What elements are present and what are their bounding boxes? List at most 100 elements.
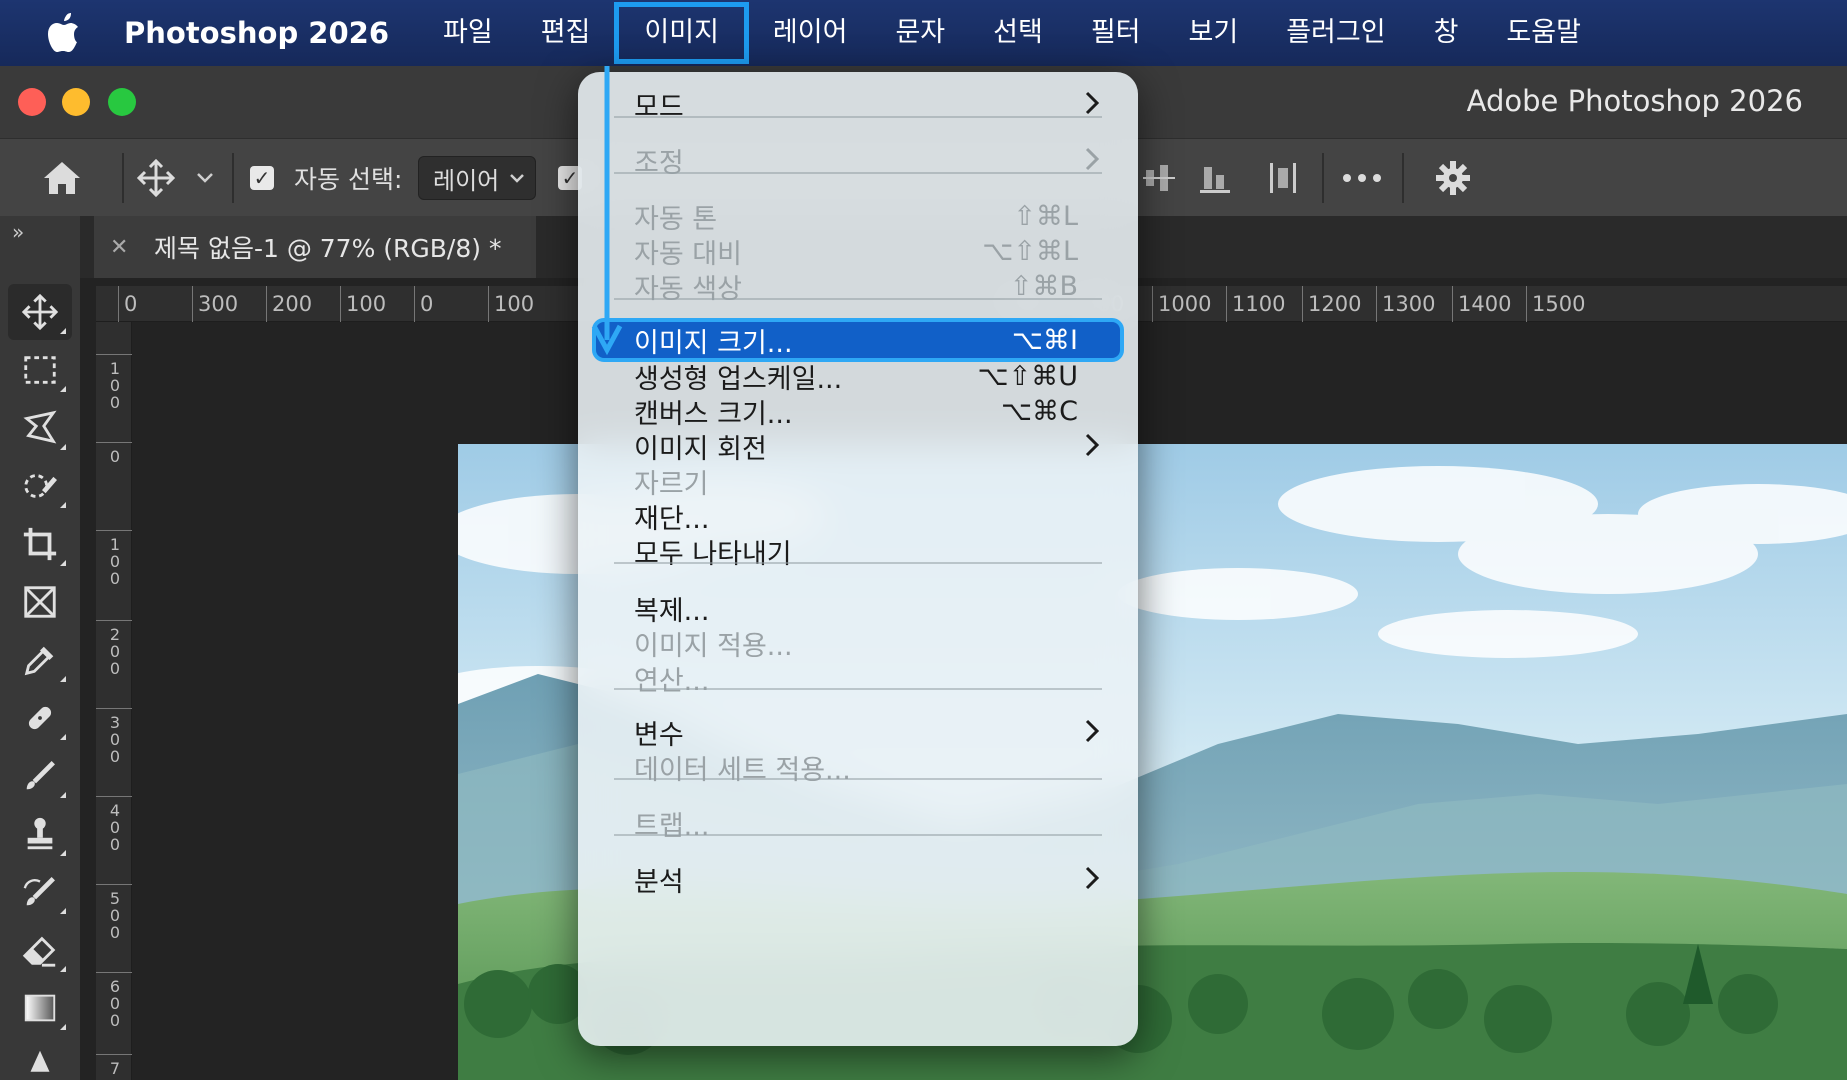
- menu-separator: [614, 298, 1102, 300]
- menu-item-duplicate[interactable]: 복제...: [578, 588, 1138, 628]
- menu-item-apply-image: 이미지 적용...: [578, 623, 1138, 663]
- zoom-window-button[interactable]: [108, 88, 136, 116]
- menu-item-label: 캔버스 크기...: [634, 398, 793, 430]
- vertical-ruler: 1 0 0 0 1 0 0 2 0 0 3 0 0 4 0 0 5 0 0 6 0 0 7: [96, 322, 132, 1080]
- menu-edit[interactable]: 편집: [517, 2, 615, 64]
- menu-item-adjustments: 조정: [578, 140, 1138, 180]
- menu-item-label: 자동 대비: [634, 238, 742, 270]
- panel-collapse-strip[interactable]: »: [0, 216, 80, 278]
- ruler-tick-label: 1500: [1532, 292, 1586, 316]
- menu-item-canvas-size[interactable]: 캔버스 크기... ⌥⌘C: [578, 391, 1138, 431]
- home-icon[interactable]: [42, 139, 82, 217]
- menu-item-shortcut: ⌥⇧⌘U: [977, 360, 1079, 392]
- ruler-tick-label: 3 0 0: [109, 713, 121, 766]
- menu-plugins[interactable]: 플러그인: [1262, 2, 1409, 64]
- ruler-tick: [96, 620, 132, 621]
- menu-item-label: 자르기: [634, 468, 709, 500]
- menu-item-label: 이미지 크기...: [634, 327, 793, 359]
- eyedropper-icon[interactable]: [8, 632, 72, 688]
- menu-item-mode[interactable]: 모드: [578, 84, 1138, 124]
- menu-layer[interactable]: 레이어: [749, 2, 872, 64]
- align-vertical-centers-icon[interactable]: [1142, 139, 1176, 217]
- object-selection-icon[interactable]: [8, 458, 72, 514]
- chevron-right-icon: [1085, 719, 1100, 743]
- menu-item-label: 연산...: [634, 665, 710, 697]
- app-name-menu[interactable]: Photoshop 2026: [124, 16, 389, 50]
- minimize-window-button[interactable]: [62, 88, 90, 116]
- auto-select-checkbox[interactable]: ✓: [250, 139, 274, 217]
- menu-file[interactable]: 파일: [419, 2, 517, 64]
- crop-icon[interactable]: [8, 516, 72, 572]
- menu-item-analysis[interactable]: 분석: [578, 859, 1138, 899]
- menu-item-shortcut: ⌥⌘I: [1011, 324, 1078, 356]
- chevron-right-icon: [1085, 866, 1100, 890]
- menu-select[interactable]: 선택: [969, 2, 1067, 64]
- more-options-icon[interactable]: [1342, 139, 1382, 217]
- ruler-tick: 1100: [1226, 286, 1285, 322]
- ruler-tick: 1200: [1302, 286, 1361, 322]
- menu-item-trim[interactable]: 재단...: [578, 496, 1138, 536]
- menu-item-shortcut: ⇧⌘B: [1009, 270, 1078, 302]
- menu-item-reveal-all[interactable]: 모두 나타내기: [578, 531, 1138, 571]
- pen-icon[interactable]: [8, 1038, 72, 1080]
- menu-type[interactable]: 문자: [871, 2, 969, 64]
- apple-icon[interactable]: [38, 13, 90, 53]
- eraser-icon[interactable]: [8, 922, 72, 978]
- document-tab-title: 제목 없음-1 @ 77% (RGB/8) *: [154, 234, 502, 263]
- ruler-tick-label: 200: [272, 292, 313, 316]
- menu-item-crop: 자르기: [578, 461, 1138, 501]
- expand-panels-icon[interactable]: »: [12, 220, 24, 244]
- ruler-tick: 100: [340, 286, 386, 322]
- menu-item-apply-data-set: 데이터 세트 적용...: [578, 747, 1138, 787]
- menu-item-variables[interactable]: 변수: [578, 712, 1138, 752]
- gradient-icon[interactable]: [8, 980, 72, 1036]
- menu-help[interactable]: 도움말: [1482, 2, 1605, 64]
- rectangular-marquee-icon[interactable]: [8, 342, 72, 398]
- ruler-tick-label: 0: [109, 447, 121, 466]
- ruler-tick: [96, 796, 132, 797]
- chevron-right-icon: [1085, 147, 1100, 171]
- brush-icon[interactable]: [8, 748, 72, 804]
- gear-icon[interactable]: [1434, 139, 1472, 217]
- chevron-right-icon: [1085, 433, 1100, 457]
- ruler-tick-label: 1300: [1382, 292, 1436, 316]
- ruler-tick-label: 1400: [1458, 292, 1512, 316]
- document-tab[interactable]: ✕ 제목 없음-1 @ 77% (RGB/8) *: [94, 216, 536, 278]
- ruler-tick: 100: [488, 286, 534, 322]
- ruler-tick: 1400: [1452, 286, 1511, 322]
- auto-select-dropdown[interactable]: 레이어: [418, 139, 536, 217]
- ruler-tick-label: 1 0 0: [109, 535, 121, 588]
- menu-item-auto-color: 자동 색상 ⇧⌘B: [578, 266, 1138, 306]
- lasso-icon[interactable]: [8, 400, 72, 456]
- close-tab-icon[interactable]: ✕: [110, 235, 138, 260]
- ruler-tick: [96, 884, 132, 885]
- align-bottom-edges-icon[interactable]: [1198, 139, 1232, 217]
- menu-window[interactable]: 창: [1410, 2, 1483, 64]
- ruler-tick: [96, 354, 132, 355]
- menu-image[interactable]: 이미지: [614, 2, 749, 64]
- chevron-down-icon[interactable]: [196, 139, 214, 217]
- history-brush-icon[interactable]: [8, 864, 72, 920]
- ruler-tick: [96, 442, 132, 443]
- menu-view[interactable]: 보기: [1165, 2, 1263, 64]
- ruler-tick: 0: [414, 286, 433, 322]
- menu-item-generative-upscale[interactable]: 생성형 업스케일... ⌥⇧⌘U: [578, 356, 1138, 396]
- menu-filter[interactable]: 필터: [1067, 2, 1165, 64]
- ruler-tick-label: 0: [420, 292, 434, 316]
- healing-brush-icon[interactable]: [8, 690, 72, 746]
- distribute-icon[interactable]: [1266, 139, 1300, 217]
- menu-item-image-rotation[interactable]: 이미지 회전: [578, 426, 1138, 466]
- close-window-button[interactable]: [18, 88, 46, 116]
- ruler-tick: 0: [118, 286, 137, 322]
- window-title: Adobe Photoshop 2026: [1466, 84, 1803, 118]
- move-tool-icon[interactable]: [8, 284, 72, 340]
- menu-bar: Photoshop 2026 파일 편집 이미지 레이어 문자 선택 필터 보기…: [0, 0, 1847, 66]
- frame-icon[interactable]: [8, 574, 72, 630]
- ruler-tick-label: 7: [109, 1059, 121, 1078]
- ruler-tick: 1000: [1152, 286, 1211, 322]
- ruler-tick-label: 6 0 0: [109, 977, 121, 1030]
- image-menu-dropdown: 모드 조정 자동 톤 ⇧⌘L 자동 대비 ⌥⇧⌘L 자동 색상 ⇧⌘B 이미지 크기... ⌥⌘I…: [578, 72, 1138, 1046]
- move-tool-preset-icon[interactable]: [136, 139, 176, 217]
- clone-stamp-icon[interactable]: [8, 806, 72, 862]
- ruler-tick-label: 1100: [1232, 292, 1286, 316]
